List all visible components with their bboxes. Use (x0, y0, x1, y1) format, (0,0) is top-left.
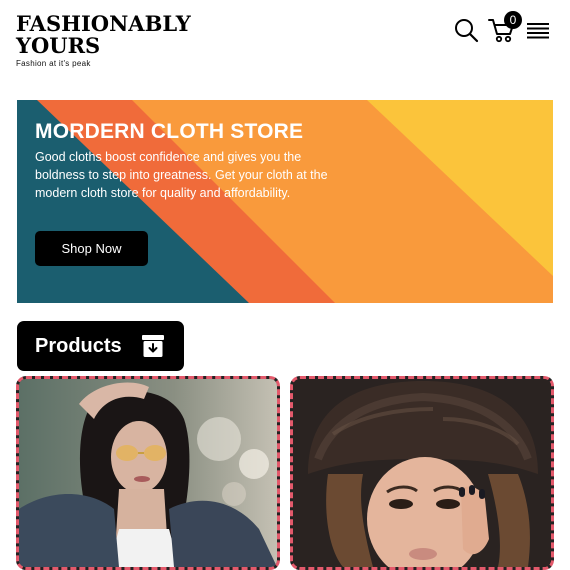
products-heading[interactable]: Products (17, 321, 184, 371)
cart-count-badge: 0 (504, 11, 522, 29)
logo-line-2: YOURS (16, 33, 101, 58)
header-actions: 0 (452, 11, 552, 44)
cart-button[interactable]: 0 (488, 11, 522, 44)
product-image-woman-denim (19, 379, 277, 567)
menu-button[interactable] (524, 16, 552, 44)
banner-content: MORDERN CLOTH STORE Good cloths boost co… (35, 120, 355, 202)
hero-banner: MORDERN CLOTH STORE Good cloths boost co… (17, 100, 553, 303)
logo-line-1: FASHIONABLY (16, 11, 191, 36)
product-card[interactable] (290, 376, 554, 570)
archive-download-icon (142, 335, 164, 357)
logo-tagline: Fashion at it's peak (16, 59, 91, 68)
banner-title: MORDERN CLOTH STORE (35, 120, 304, 143)
products-heading-label: Products (35, 334, 122, 357)
product-image-woman-fur-hat (293, 379, 551, 567)
shop-now-button[interactable]: Shop Now (35, 231, 148, 266)
search-icon (455, 19, 479, 43)
site-logo[interactable]: FASHIONABLY YOURS Fashion at it's peak (16, 11, 191, 69)
banner-description: Good cloths boost confidence and gives y… (35, 150, 328, 200)
search-button[interactable] (452, 16, 480, 44)
product-card[interactable] (16, 376, 280, 570)
menu-icon (527, 23, 549, 39)
